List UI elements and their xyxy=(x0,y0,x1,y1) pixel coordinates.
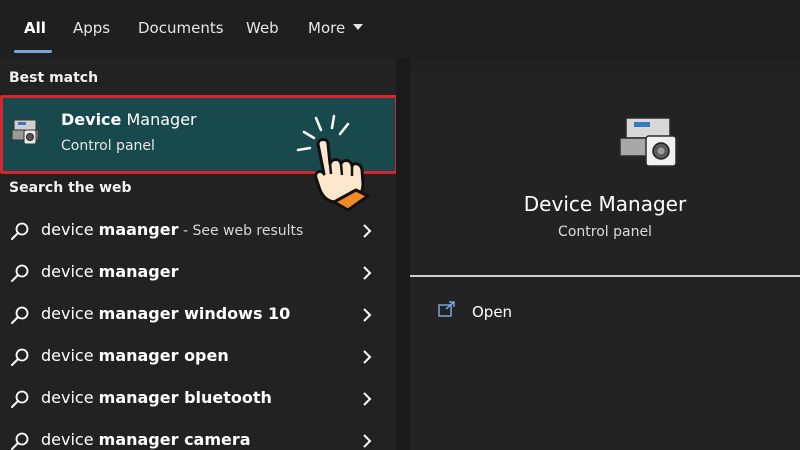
detail-subtitle: Control panel xyxy=(558,224,652,240)
detail-title: Device Manager xyxy=(523,192,687,216)
web-result-row[interactable]: device manager camera xyxy=(0,419,396,450)
chevron-right-icon[interactable] xyxy=(360,391,374,407)
chevron-right-icon[interactable] xyxy=(360,223,374,239)
results-panel: Best match Device Manager Control panel … xyxy=(0,58,398,450)
search-icon xyxy=(11,264,29,282)
best-match-title-bold: Device xyxy=(61,110,122,129)
open-label: Open xyxy=(472,303,513,321)
search-icon xyxy=(11,390,29,408)
search-window: All Apps Documents Web More Best match D… xyxy=(0,0,800,450)
web-result-row[interactable]: device maanger - See web results xyxy=(0,209,396,251)
web-result-bold: maanger xyxy=(98,220,179,239)
web-result-prefix: device xyxy=(41,388,99,407)
active-tab-indicator xyxy=(14,50,52,53)
detail-panel: Device Manager Control panel Open xyxy=(410,72,800,450)
search-icon xyxy=(11,222,29,240)
web-result-bold: manager camera xyxy=(98,430,251,449)
best-match-title: Device Manager xyxy=(61,110,197,129)
detail-divider xyxy=(410,275,800,277)
tab-web[interactable]: Web xyxy=(246,18,279,38)
web-result-text: device manager windows 10 xyxy=(41,304,290,323)
web-result-text: device manager camera xyxy=(41,430,251,449)
tab-more[interactable]: More xyxy=(308,18,364,38)
device-manager-large-icon xyxy=(619,117,677,167)
tab-documents[interactable]: Documents xyxy=(138,18,224,38)
search-web-heading: Search the web xyxy=(9,180,132,196)
web-result-row[interactable]: device manager windows 10 xyxy=(0,293,396,335)
web-result-row[interactable]: device manager open xyxy=(0,335,396,377)
panel-gutter xyxy=(396,58,410,450)
web-result-row[interactable]: device manager bluetooth xyxy=(0,377,396,419)
tab-apps[interactable]: Apps xyxy=(73,18,110,38)
search-icon xyxy=(11,306,29,324)
web-result-prefix: device xyxy=(41,262,99,281)
web-result-bold: manager xyxy=(98,262,179,281)
web-result-prefix: device xyxy=(41,430,99,449)
chevron-right-icon[interactable] xyxy=(360,307,374,323)
best-match-result[interactable] xyxy=(0,96,396,172)
web-result-bold: manager bluetooth xyxy=(98,388,272,407)
best-match-title-rest: Manager xyxy=(121,110,197,129)
web-result-prefix: device xyxy=(41,304,99,323)
tab-all[interactable]: All xyxy=(24,18,46,38)
caret-down-icon xyxy=(353,24,364,30)
web-result-text: device manager bluetooth xyxy=(41,388,272,407)
chevron-right-icon[interactable] xyxy=(360,265,374,281)
web-result-text: device manager open xyxy=(41,346,229,365)
search-icon xyxy=(11,348,29,366)
web-result-suffix: - See web results xyxy=(178,223,304,239)
web-result-row[interactable]: device manager xyxy=(0,251,396,293)
web-result-prefix: device xyxy=(41,220,99,239)
open-external-icon xyxy=(438,301,455,317)
tab-bar: All Apps Documents Web More xyxy=(0,0,800,58)
web-result-text: device maanger - See web results xyxy=(41,220,303,239)
search-icon xyxy=(11,432,29,450)
web-result-bold: manager open xyxy=(98,346,229,365)
device-manager-icon xyxy=(11,119,39,145)
best-match-subtitle: Control panel xyxy=(61,138,155,154)
best-match-heading: Best match xyxy=(9,70,99,86)
tab-more-label: More xyxy=(308,19,346,37)
web-result-bold: manager windows 10 xyxy=(98,304,291,323)
chevron-right-icon[interactable] xyxy=(360,433,374,449)
web-result-prefix: device xyxy=(41,346,99,365)
web-result-text: device manager xyxy=(41,262,179,281)
chevron-right-icon[interactable] xyxy=(360,349,374,365)
